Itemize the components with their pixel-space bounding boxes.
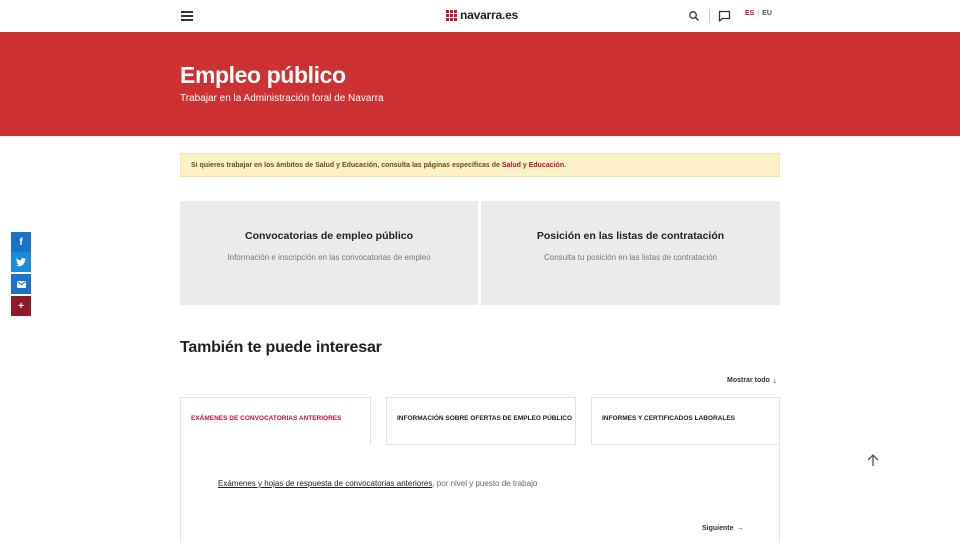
page-title: Empleo público [180,62,346,88]
panel-text: Exámenes y hojas de respuesta de convoca… [218,479,537,488]
panel-text-rest: , por nivel y puesto de trabajo [432,479,538,488]
more-share-button[interactable]: + [11,296,31,316]
notice-end: . [564,162,567,169]
card-description: Consulta tu posición en las listas de co… [544,253,717,262]
card-title: Convocatorias de empleo público [244,230,414,242]
arrow-down-icon: ↓ [772,376,777,385]
card-description: Información e inscripción en las convoca… [227,253,431,262]
logo-dots-icon [446,9,457,21]
tab-ofertas-empleo[interactable]: INFORMACIÓN SOBRE OFERTAS DE EMPLEO PÚBL… [386,397,576,445]
email-share-button[interactable] [11,274,31,294]
facebook-icon: f [19,236,23,248]
header-divider [709,9,710,23]
info-notice: Si quieres trabajar en los ámbitos de Sa… [180,153,780,177]
site-header: navarra.es ES | EU [0,0,960,32]
salud-link[interactable]: Salud [502,162,521,169]
twitter-share-button[interactable] [11,252,31,272]
next-label: Siguiente [702,525,734,532]
chat-icon[interactable] [718,10,731,22]
hero-banner: Empleo público Trabajar en la Administra… [0,32,960,136]
tab-examenes[interactable]: EXÁMENES DE CONVOCATORIAS ANTERIORES [180,397,371,446]
section-title: También te puede interesar [180,339,382,356]
site-logo[interactable]: navarra.es [446,7,518,23]
mail-icon [16,280,26,288]
lang-eu-link[interactable]: EU [762,10,772,17]
examenes-link[interactable]: Exámenes y hojas de respuesta de convoca… [218,479,432,488]
educacion-link[interactable]: Educación [529,162,564,169]
tab-informes-certificados[interactable]: INFORMES Y CERTIFICADOS LABORALES [591,397,780,445]
show-all-button[interactable]: Mostrar todo ↓ [727,376,777,385]
tab-panel: Exámenes y hojas de respuesta de convoca… [180,445,780,543]
logo-text: navarra.es [460,8,519,22]
hamburger-icon[interactable] [181,11,193,21]
card-convocatorias[interactable]: Convocatorias de empleo público Informac… [180,201,478,305]
lang-es-link[interactable]: ES [745,10,754,17]
card-title: Posición en las listas de contratación [536,230,725,242]
plus-icon: + [18,300,24,312]
twitter-icon [16,257,26,266]
search-icon[interactable] [688,10,700,22]
card-posicion-listas[interactable]: Posición en las listas de contratación C… [481,201,780,305]
facebook-share-button[interactable]: f [11,232,31,252]
notice-text: Si quieres trabajar en los ámbitos de Sa… [191,162,502,169]
arrow-up-icon[interactable] [865,452,881,468]
show-all-label: Mostrar todo [727,377,770,384]
lang-separator: | [757,10,760,17]
page-subtitle: Trabajar en la Administración foral de N… [180,93,384,104]
next-button[interactable]: Siguiente → [702,525,744,532]
notice-and: y [520,162,529,169]
arrow-right-icon: → [736,525,744,532]
language-switcher: ES | EU [745,10,772,17]
